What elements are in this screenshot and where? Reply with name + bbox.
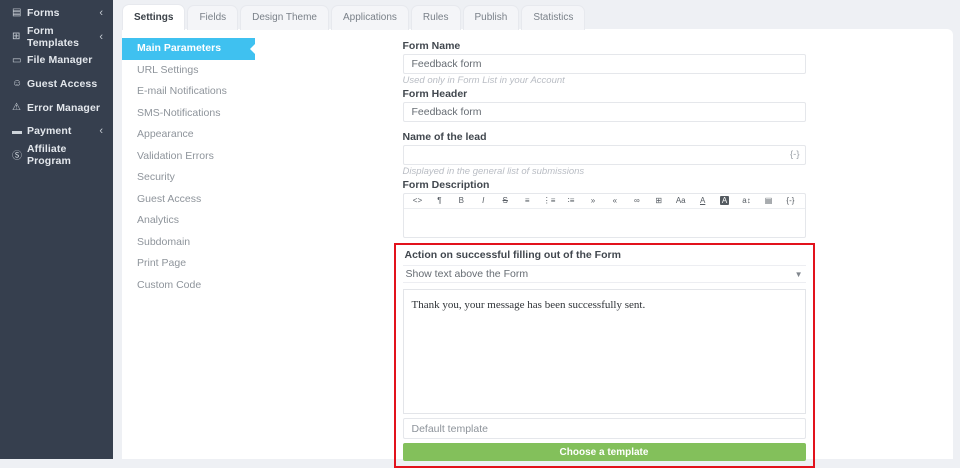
warning-icon: ⚠ xyxy=(12,102,21,114)
align-left-icon[interactable]: ≡ xyxy=(516,194,538,208)
sidebar-item-label: Affiliate Program xyxy=(27,142,71,167)
chevron-left-icon: ‹ xyxy=(99,30,103,43)
chevron-left-icon: ‹ xyxy=(99,6,103,19)
subnav-item-guest-access[interactable]: Guest Access xyxy=(122,189,255,211)
chevron-down-icon: ▼ xyxy=(794,269,803,279)
sidebar-item-label: Guest Access xyxy=(27,77,98,90)
subnav-item-main-parameters[interactable]: Main Parameters xyxy=(122,38,255,60)
bold-icon[interactable]: B xyxy=(450,194,472,208)
person-icon: ☺ xyxy=(12,78,23,90)
subnav-item-url-settings[interactable]: URL Settings xyxy=(122,60,255,82)
tab-settings[interactable]: Settings xyxy=(122,4,186,30)
settings-panel: Main Parameters URL Settings E-mail Noti… xyxy=(122,29,953,468)
background-color-icon[interactable]: A xyxy=(714,194,736,208)
form-templates-icon: ⊞ xyxy=(12,31,21,43)
variable-icon[interactable]: {-} xyxy=(779,194,801,208)
line-height-icon[interactable]: a↕ xyxy=(736,194,758,208)
description-editor-body[interactable] xyxy=(404,209,805,237)
sidebar-item-label: File Manager xyxy=(27,54,93,67)
ordered-list-icon[interactable]: ⋮≡ xyxy=(538,194,560,208)
dollar-circle-icon: Ⓢ xyxy=(12,151,22,163)
form-description-label: Form Description xyxy=(402,179,490,191)
success-message-editor[interactable]: Thank you, your message has been success… xyxy=(402,289,806,414)
editor-toolbar: <> ¶ B I S ≡ ⋮≡ ∶≡ » « ∞ ⊞ Aa A A a↕ ▤ {… xyxy=(403,194,805,209)
chevron-left-icon: ‹ xyxy=(99,125,103,138)
action-select-value: Show text above the Form xyxy=(405,268,529,280)
paragraph-icon[interactable]: ¶ xyxy=(428,194,450,208)
action-section-label: Action on successful filling out of the … xyxy=(404,249,621,261)
sidebar-item-form-templates[interactable]: ⊞ Form Templates ‹ xyxy=(0,25,113,49)
form-name-helper: Used only in Form List in your Account xyxy=(402,75,565,86)
table-icon[interactable]: ⊞ xyxy=(648,194,670,208)
sidebar-item-guest-access[interactable]: ☺ Guest Access xyxy=(0,72,113,96)
form-name-label: Form Name xyxy=(402,40,461,52)
subnav-item-email-notifications[interactable]: E-mail Notifications xyxy=(122,81,255,103)
tab-publish[interactable]: Publish xyxy=(462,5,520,30)
strikethrough-icon[interactable]: S xyxy=(494,194,516,208)
action-section-highlight: Action on successful filling out of the … xyxy=(393,243,815,468)
sidebar-item-label: Error Manager xyxy=(27,101,101,114)
lead-name-input[interactable] xyxy=(402,145,806,165)
sidebar-item-label: Form Templates xyxy=(27,24,80,49)
choose-template-button[interactable]: Choose a template xyxy=(402,443,806,461)
background-color-glyph: A xyxy=(719,196,730,205)
sidebar-item-payment[interactable]: ▬ Payment ‹ xyxy=(0,119,113,143)
forms-icon: ▤ xyxy=(12,7,22,19)
tab-rules[interactable]: Rules xyxy=(410,5,461,30)
action-select[interactable]: Show text above the Form ▼ xyxy=(402,265,806,283)
template-name-input[interactable] xyxy=(402,418,806,439)
italic-icon[interactable]: I xyxy=(472,194,494,208)
app-sidebar: ▤ Forms ‹ ⊞ Form Templates ‹ ▭ File Mana… xyxy=(0,0,113,459)
tab-fields[interactable]: Fields xyxy=(187,5,239,30)
tab-design-theme[interactable]: Design Theme xyxy=(240,5,329,30)
font-size-icon[interactable]: Aa xyxy=(670,194,692,208)
subnav-item-custom-code[interactable]: Custom Code xyxy=(122,275,255,297)
credit-card-icon: ▬ xyxy=(12,125,22,137)
sidebar-item-label: Payment xyxy=(27,125,72,138)
code-icon[interactable]: <> xyxy=(407,194,429,208)
subnav-item-print-page[interactable]: Print Page xyxy=(122,253,255,275)
insert-variable-button[interactable]: {-} xyxy=(790,149,800,161)
settings-subnav: Main Parameters URL Settings E-mail Noti… xyxy=(122,29,255,459)
sidebar-item-affiliate-program[interactable]: Ⓢ Affiliate Program xyxy=(0,143,113,167)
subnav-item-appearance[interactable]: Appearance xyxy=(122,124,255,146)
image-icon[interactable]: ▤ xyxy=(758,194,780,208)
subnav-item-sms-notifications[interactable]: SMS-Notifications xyxy=(122,103,255,125)
sidebar-item-label: Forms xyxy=(27,6,60,19)
file-manager-icon: ▭ xyxy=(12,54,22,66)
main-parameters-content: Form Name Used only in Form List in your… xyxy=(255,29,953,468)
description-editor: <> ¶ B I S ≡ ⋮≡ ∶≡ » « ∞ ⊞ Aa A A a↕ ▤ {… xyxy=(402,193,806,238)
subnav-item-security[interactable]: Security xyxy=(122,167,255,189)
indent-icon[interactable]: » xyxy=(582,194,604,208)
sidebar-item-error-manager[interactable]: ⚠ Error Manager xyxy=(0,96,113,120)
subnav-item-validation-errors[interactable]: Validation Errors xyxy=(122,146,255,168)
tab-statistics[interactable]: Statistics xyxy=(521,5,586,30)
lead-name-label: Name of the lead xyxy=(402,131,487,143)
main-tabs: Settings Fields Design Theme Application… xyxy=(122,4,586,30)
tab-applications[interactable]: Applications xyxy=(331,5,409,30)
subnav-item-analytics[interactable]: Analytics xyxy=(122,210,255,232)
form-header-label: Form Header xyxy=(402,88,468,100)
text-color-icon[interactable]: A xyxy=(692,194,714,208)
form-name-input[interactable] xyxy=(402,54,806,74)
lead-name-helper: Displayed in the general list of submiss… xyxy=(402,166,585,177)
unordered-list-icon[interactable]: ∶≡ xyxy=(560,194,582,208)
link-icon[interactable]: ∞ xyxy=(626,194,648,208)
outdent-icon[interactable]: « xyxy=(604,194,626,208)
subnav-item-subdomain[interactable]: Subdomain xyxy=(122,232,255,254)
sidebar-item-forms[interactable]: ▤ Forms ‹ xyxy=(0,1,113,25)
form-header-input[interactable] xyxy=(402,102,806,122)
sidebar-item-file-manager[interactable]: ▭ File Manager xyxy=(0,48,113,72)
